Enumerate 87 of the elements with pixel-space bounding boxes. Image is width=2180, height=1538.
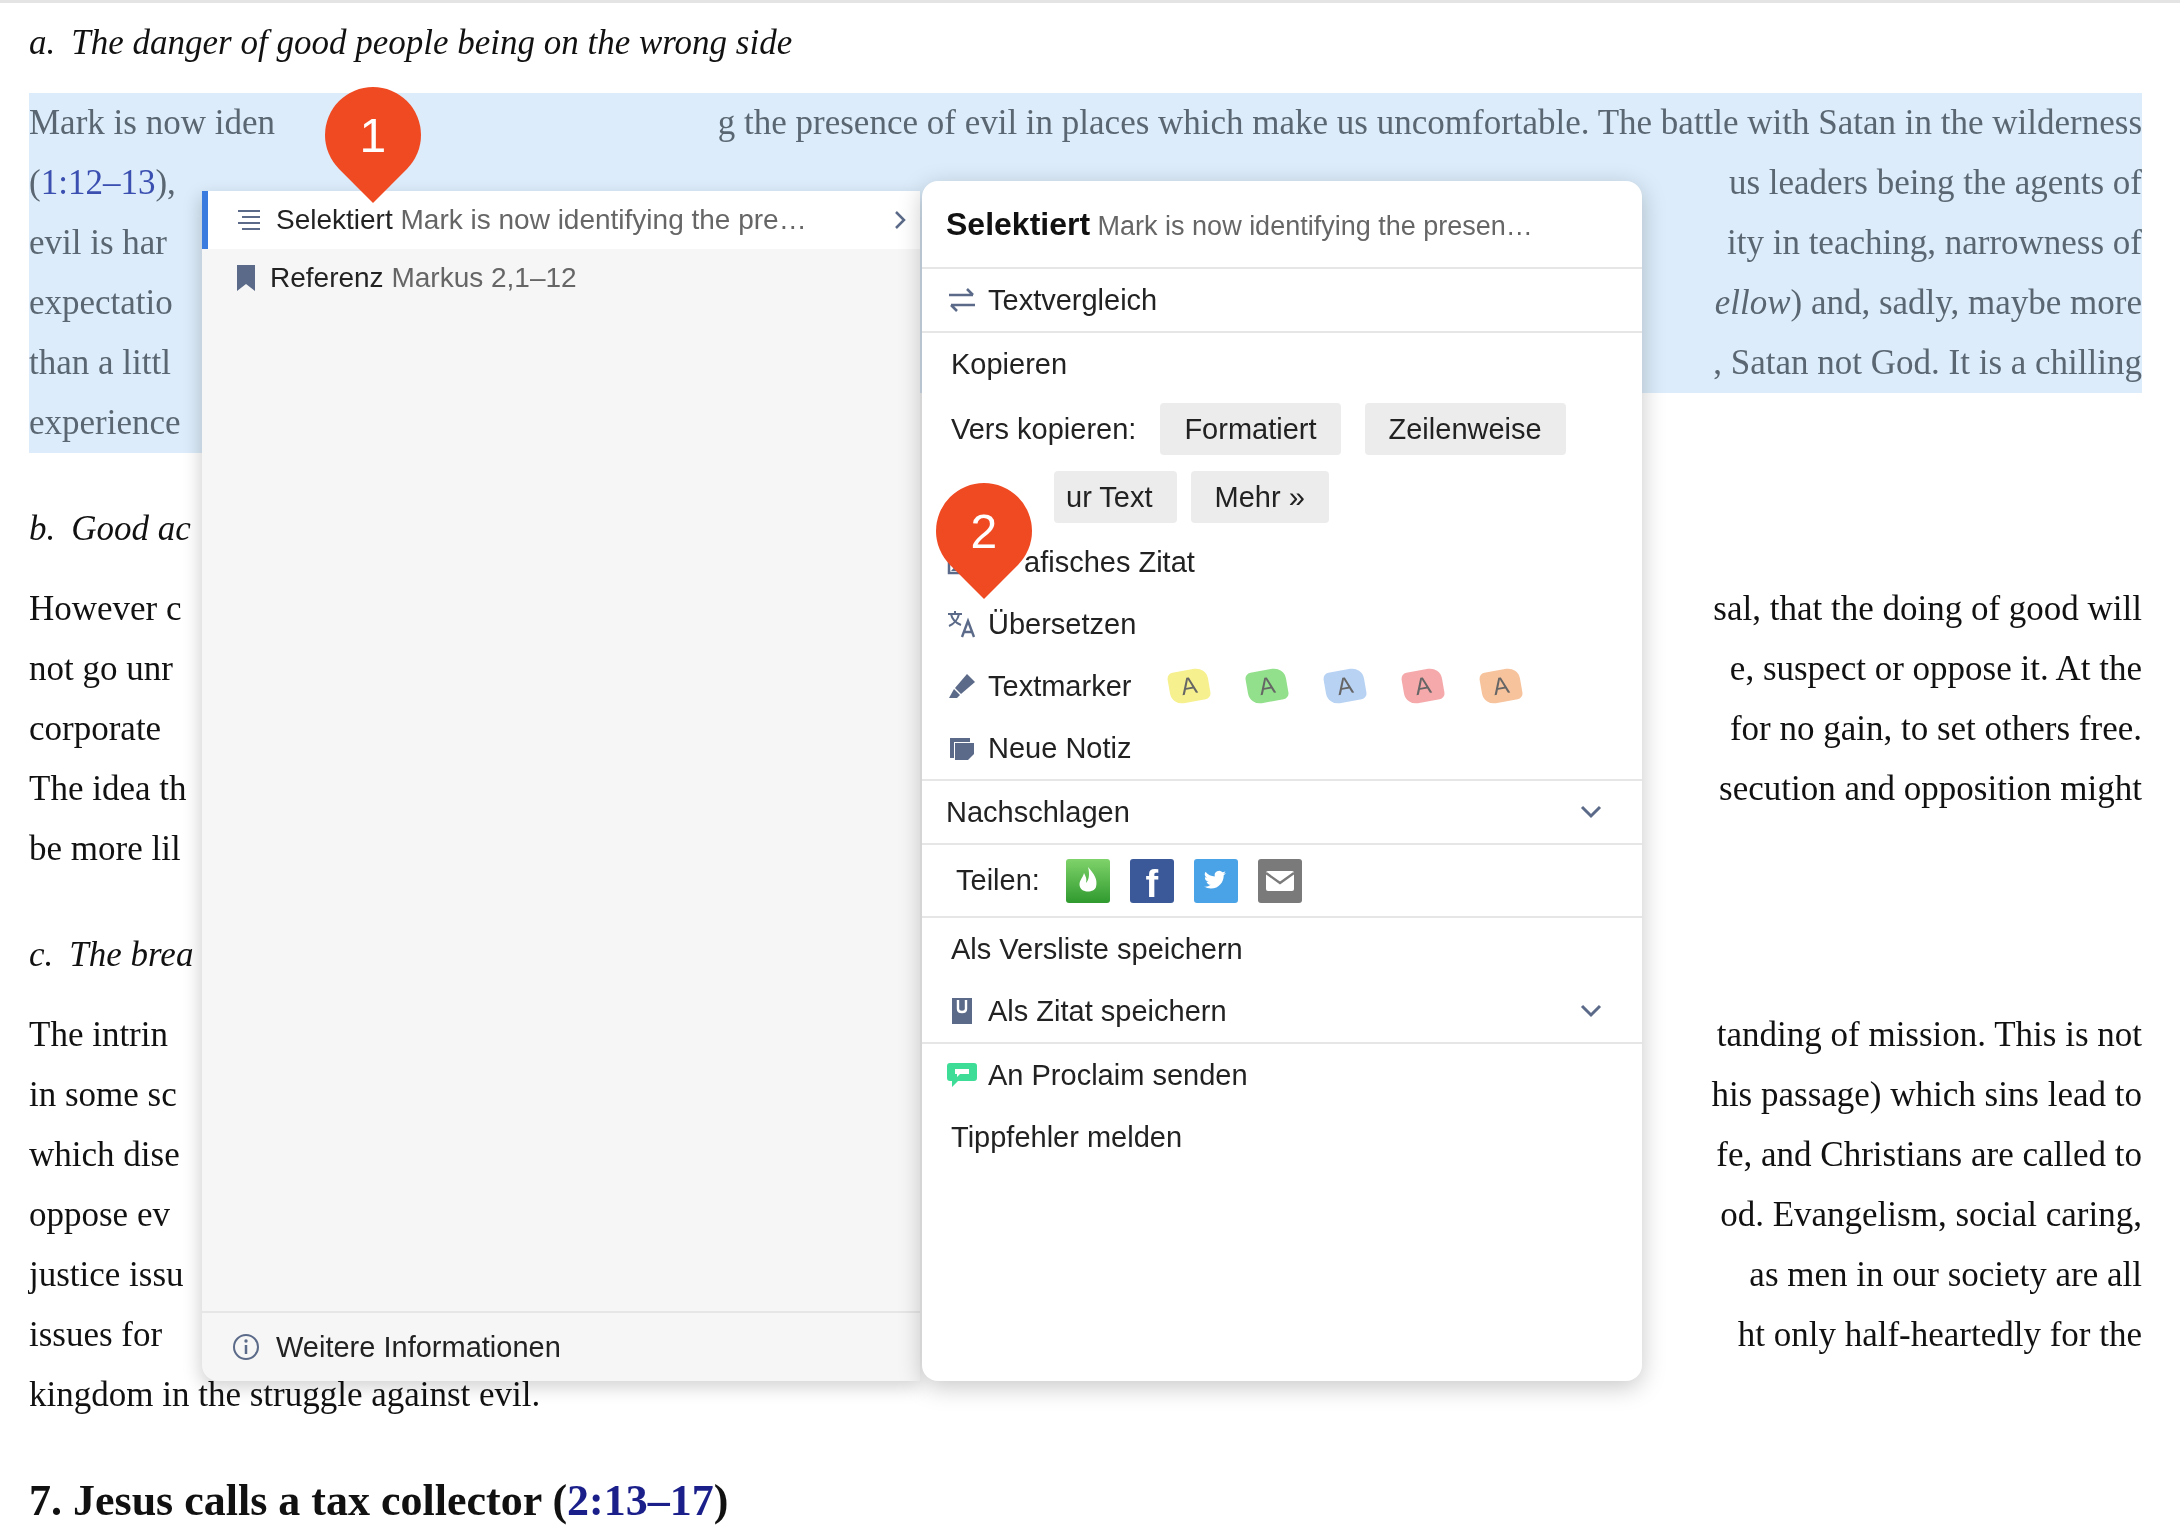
section-label: b. [29,509,56,549]
context-item[interactable]: Referenz Markus 2,1–12 [202,249,920,307]
context-text: Referenz Markus 2,1–12 [270,262,577,294]
info-icon [232,1333,260,1361]
menu-item[interactable]: Neue Notiz [922,717,1642,779]
popup-title: Selektiert Mark is now identifying the presen… [946,205,1533,243]
body-text: be more lil [29,829,181,869]
menu-label: Nachschlagen [946,795,1130,829]
bookmark-icon [236,264,256,292]
section-label: a. [29,23,56,63]
copy-button[interactable]: ur Text [1054,471,1177,523]
menu-label: Neue Notiz [988,731,1132,765]
flame-app-icon[interactable] [1065,858,1110,903]
body-text: ellow) and, sadly, maybe more [1714,283,2142,323]
body-text: not go unr [29,649,173,689]
body-text: tanding of mission. This is not [1716,1015,2142,1055]
body-text: oppose ev [29,1195,170,1235]
body-text: Mark is now iden [29,103,275,143]
body-text: kingdom in the struggle against evil. [29,1375,541,1415]
copy-button[interactable]: Formatiert [1160,403,1341,455]
menu-item[interactable]: Als Zitat speichern [922,980,1642,1042]
highlight-color-swatch[interactable]: A [1322,666,1368,706]
menu-label: Textmarker [988,669,1132,703]
translate-icon [946,609,978,639]
body-text: fe, and Christians are called to [1716,1135,2142,1175]
body-text: g the presence of evil in places which make us uncomfortable. The battle with Satan in the wilderness [717,103,2142,143]
menu-item[interactable]: Als Versliste speichern [922,918,1642,980]
body-text: justice issu [29,1255,184,1295]
body-text: issues for [29,1315,163,1355]
menu-item[interactable]: Textmarker A A A A A [922,655,1642,717]
speech-bubble-icon [946,1061,978,1089]
body-text: However c [29,589,182,629]
body-text: expectatio [29,283,173,323]
body-text: 7. Jesus calls a tax collector (2:13–17) [29,1474,729,1526]
menu-label: Vers kopieren: [951,412,1137,446]
chevron-down-icon[interactable] [1580,1004,1602,1018]
menu-item[interactable]: An Proclaim senden [922,1044,1642,1106]
body-text: The intrin [29,1015,168,1055]
menu-item[interactable]: Tippfehler melden [922,1106,1642,1168]
context-item[interactable]: Selektiert Mark is now identifying the pre… [202,191,920,249]
more-info-link[interactable]: Weitere Informationen [276,1330,561,1364]
body-text: corporate [29,709,162,749]
menu-item[interactable]: Nachschlagen [922,781,1642,843]
menu-item[interactable]: Textvergleich [922,269,1642,331]
mail-icon[interactable] [1257,858,1302,903]
menu-label: Textvergleich [988,283,1158,317]
body-text: ity in teaching, narrowness of [1726,223,2142,263]
body-text: as men in our society are all [1749,1255,2142,1295]
menu-label: Übersetzen [988,607,1137,641]
copy-button[interactable]: Zeilenweise [1364,403,1566,455]
menu-label: Teilen: [956,864,1040,897]
menu-label: An Proclaim senden [988,1058,1248,1092]
body-text: secution and opposition might [1719,769,2142,809]
section-title: Good ac [71,509,191,549]
chevron-right-icon [894,210,906,230]
body-text: ht only half-heartedly for the [1737,1315,2142,1355]
facebook-icon[interactable]: f [1129,858,1174,903]
section-title: The brea [69,935,194,975]
context-text: Selektiert Mark is now identifying the pre… [276,204,807,236]
text-lines-icon [236,208,262,232]
copy-button[interactable]: Mehr » [1190,471,1329,523]
section-title: The danger of good people being on the wrong side [71,23,793,63]
section-label: c. [29,935,54,975]
body-text: which dise [29,1135,180,1175]
highlight-color-swatch[interactable]: A [1244,666,1290,706]
menu-item[interactable]: Kopieren [922,333,1642,395]
body-text: than a littl [29,343,171,383]
chevron-down-icon[interactable] [1580,805,1602,819]
verse-link[interactable]: 2:13–17 [567,1475,714,1525]
body-text: his passage) which sins lead to [1711,1075,2142,1115]
body-text: The idea th [29,769,187,809]
body-text: , Satan not God. It is a chilling [1713,343,2142,383]
body-text: od. Evangelism, social caring, [1720,1195,2142,1235]
body-text: (1:12–13), [29,163,176,203]
highlight-color-swatch[interactable]: A [1478,666,1524,706]
highlight-color-swatch[interactable]: A [1166,666,1212,706]
verse-link[interactable]: 1:12–13 [40,163,156,202]
menu-label: Als Zitat speichern [988,994,1227,1028]
body-text: sal, that the doing of good will [1713,589,2142,629]
bird-icon[interactable] [1193,858,1238,903]
marker-pen-icon [946,672,978,700]
body-text: in some sc [29,1075,177,1115]
body-text: evil is har [29,223,168,263]
body-text: us leaders being the agents of [1728,163,2142,203]
body-text: for no gain, to set others free. [1729,709,2142,749]
swap-arrows-icon [946,287,978,313]
body-text: e, suspect or oppose it. At the [1729,649,2142,689]
